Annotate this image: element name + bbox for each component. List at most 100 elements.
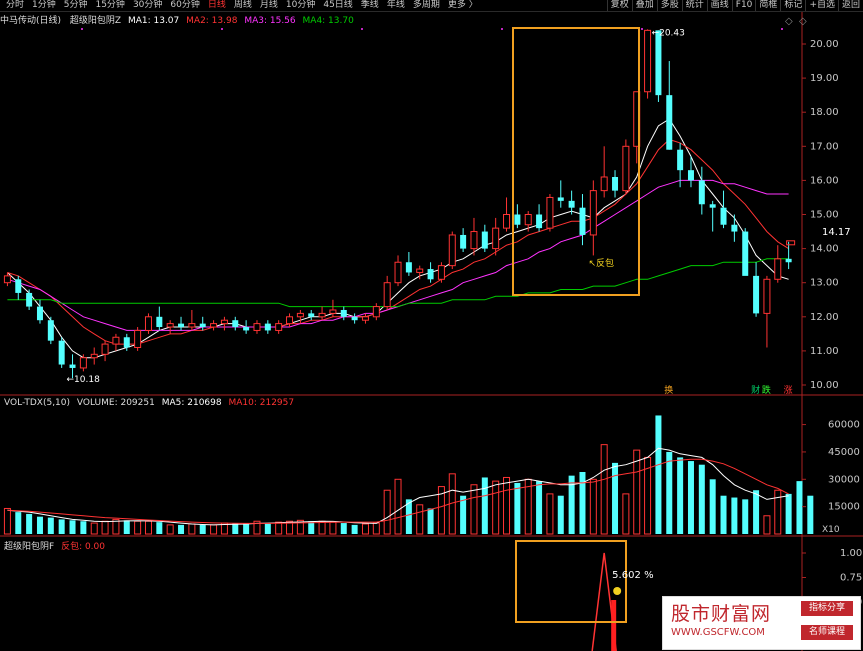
candle-body-up	[90, 353, 98, 359]
pct-value: 5.602	[612, 570, 641, 581]
volume-bar-down	[47, 517, 54, 534]
price-tick-label: 11.00	[810, 346, 839, 357]
high-annotation: ←20.43	[652, 28, 685, 38]
volume-bar-up	[546, 493, 554, 535]
tick-dot	[361, 28, 363, 30]
watermark-logo: 股市财富网 WWW.GSCFW.COM 指标分享 名师课程	[662, 596, 861, 650]
volume-bar-down	[264, 523, 271, 534]
candle-body-down	[232, 320, 239, 328]
volume-bar-down	[796, 481, 803, 534]
candle-body-down	[36, 306, 43, 321]
candle-body-up	[188, 323, 196, 328]
price-tick-label: 17.00	[810, 141, 839, 152]
chart-canvas[interactable]: 20.00 19.00 18.00 17.00 16.00 15.00 14.00 13.00…	[0, 0, 863, 651]
volume-bar-down	[80, 521, 87, 534]
volume-bar-down	[178, 524, 185, 534]
candle-body-up	[286, 316, 294, 325]
candle-body-up	[134, 329, 142, 348]
candle-body-up	[112, 336, 120, 345]
candle-body-down	[427, 269, 434, 280]
volume-bar-down	[742, 499, 749, 534]
candle-body-up	[275, 323, 283, 331]
volume-bar-up	[361, 523, 369, 535]
indicator-tick-label: 1.00	[840, 548, 862, 559]
candle-body-down	[243, 327, 250, 331]
candle-body-down	[742, 231, 749, 276]
volume-bar-up	[318, 520, 326, 535]
ma3-line	[7, 179, 789, 331]
candle-body-down	[536, 214, 543, 229]
candle-body-up	[524, 214, 532, 226]
volume-bar-down	[579, 472, 586, 534]
candle-body-up	[546, 196, 554, 229]
candle-body-down	[720, 207, 727, 225]
volume-bar-up	[101, 520, 109, 535]
price-tick-label: 18.00	[810, 107, 839, 118]
candle-body-down	[731, 224, 738, 232]
candle-body-up	[622, 145, 630, 192]
candle-body-up	[253, 323, 261, 331]
candle-body-down	[264, 323, 271, 331]
candle-body-down	[26, 292, 33, 307]
tick-dot	[221, 28, 223, 30]
volume-bar-down	[785, 493, 792, 534]
volume-bar-down	[36, 516, 43, 534]
volume-bar-up	[503, 476, 511, 535]
panel-dividers	[0, 12, 863, 651]
candle-body-down	[568, 200, 575, 208]
candle-body-down	[351, 316, 358, 321]
diamond-icon: ◇	[785, 16, 793, 27]
volume-bars	[3, 415, 814, 535]
candle-body-down	[612, 176, 619, 191]
price-tick-label: 20.00	[810, 39, 839, 50]
candle-body-up	[448, 234, 456, 267]
candle-body-down	[47, 320, 54, 341]
candle-body-down	[156, 316, 163, 328]
price-tick-label: 16.00	[810, 175, 839, 186]
volume-bar-up	[166, 524, 174, 535]
candle-body-up	[774, 258, 782, 280]
candle-body-down	[178, 323, 185, 328]
diamond-icon: ◇	[799, 16, 807, 27]
volume-bar-up	[372, 522, 380, 535]
volume-bar-up	[134, 520, 142, 535]
price-tick-label: 15.00	[810, 210, 839, 221]
candle-body-down	[655, 30, 662, 96]
candle-body-up	[600, 176, 608, 192]
tick-dot	[781, 28, 783, 30]
tick-dot	[641, 28, 643, 30]
candlestick-series	[3, 29, 792, 379]
candle-body-up	[79, 357, 87, 369]
ma1-line	[7, 118, 789, 359]
volume-tick-label: 15000	[828, 502, 860, 513]
event-marker: 换	[664, 384, 673, 396]
candle-body-down	[785, 258, 792, 263]
volume-bar-up	[416, 504, 424, 535]
volume-bar-up	[763, 515, 771, 535]
volume-bar-down	[709, 479, 716, 534]
indicator-tick-label: 0.75	[840, 572, 862, 583]
volume-bar-up	[210, 524, 218, 535]
volume-unit-label: X10	[822, 525, 840, 535]
event-marker: 涨	[784, 385, 793, 396]
volume-bar-up	[492, 480, 500, 535]
volume-bar-up	[470, 484, 478, 535]
candle-body-down	[557, 197, 564, 201]
moving-average-lines	[7, 118, 789, 359]
candle-body-up	[394, 261, 402, 284]
candle-body-up	[210, 323, 218, 328]
candle-body-up	[318, 312, 326, 318]
volume-bar-up	[144, 520, 152, 535]
watermark-tag-2: 名师课程	[801, 625, 853, 640]
current-price-marker	[786, 240, 796, 246]
volume-bar-down	[58, 519, 65, 534]
volume-bar-down	[698, 464, 705, 534]
watermark-url: WWW.GSCFW.COM	[671, 627, 765, 638]
candle-body-down	[481, 231, 488, 249]
price-tick-label: 13.00	[810, 278, 839, 289]
indicator-signal-bar	[611, 600, 617, 651]
candle-body-down	[460, 234, 467, 249]
candle-body-down	[15, 279, 22, 293]
candle-body-up	[220, 319, 228, 325]
event-marker: 跌	[762, 385, 771, 396]
